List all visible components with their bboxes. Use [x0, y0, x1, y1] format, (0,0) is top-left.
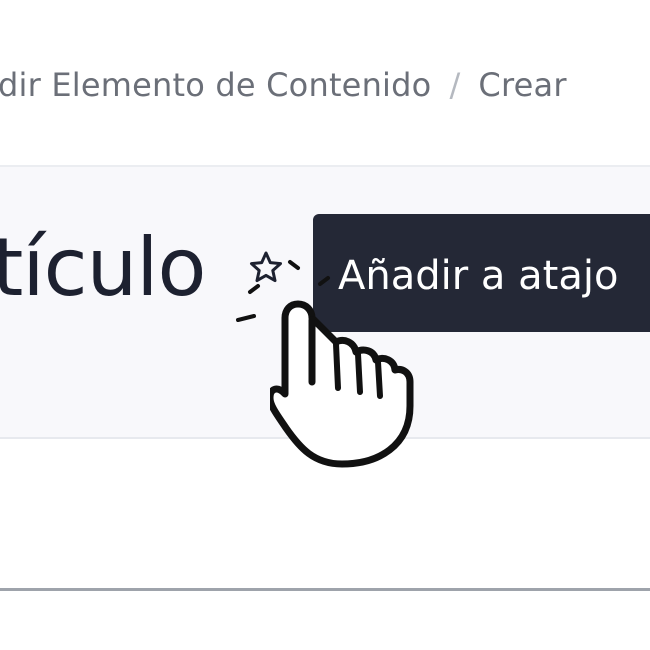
- tooltip-text: Añadir a atajo: [338, 253, 619, 299]
- breadcrumb: dir Elemento de Contenido / Crear: [0, 66, 567, 104]
- screenshot-root: dir Elemento de Contenido / Crear tículo A…: [0, 0, 650, 650]
- hand-pointer-cursor-icon: [270, 300, 414, 468]
- breadcrumb-separator: /: [449, 66, 461, 104]
- breadcrumb-item-add-content-element[interactable]: dir Elemento de Contenido: [0, 66, 431, 104]
- breadcrumb-item-create: Crear: [478, 66, 567, 104]
- page-title: tículo: [0, 221, 206, 314]
- divider: [0, 588, 650, 591]
